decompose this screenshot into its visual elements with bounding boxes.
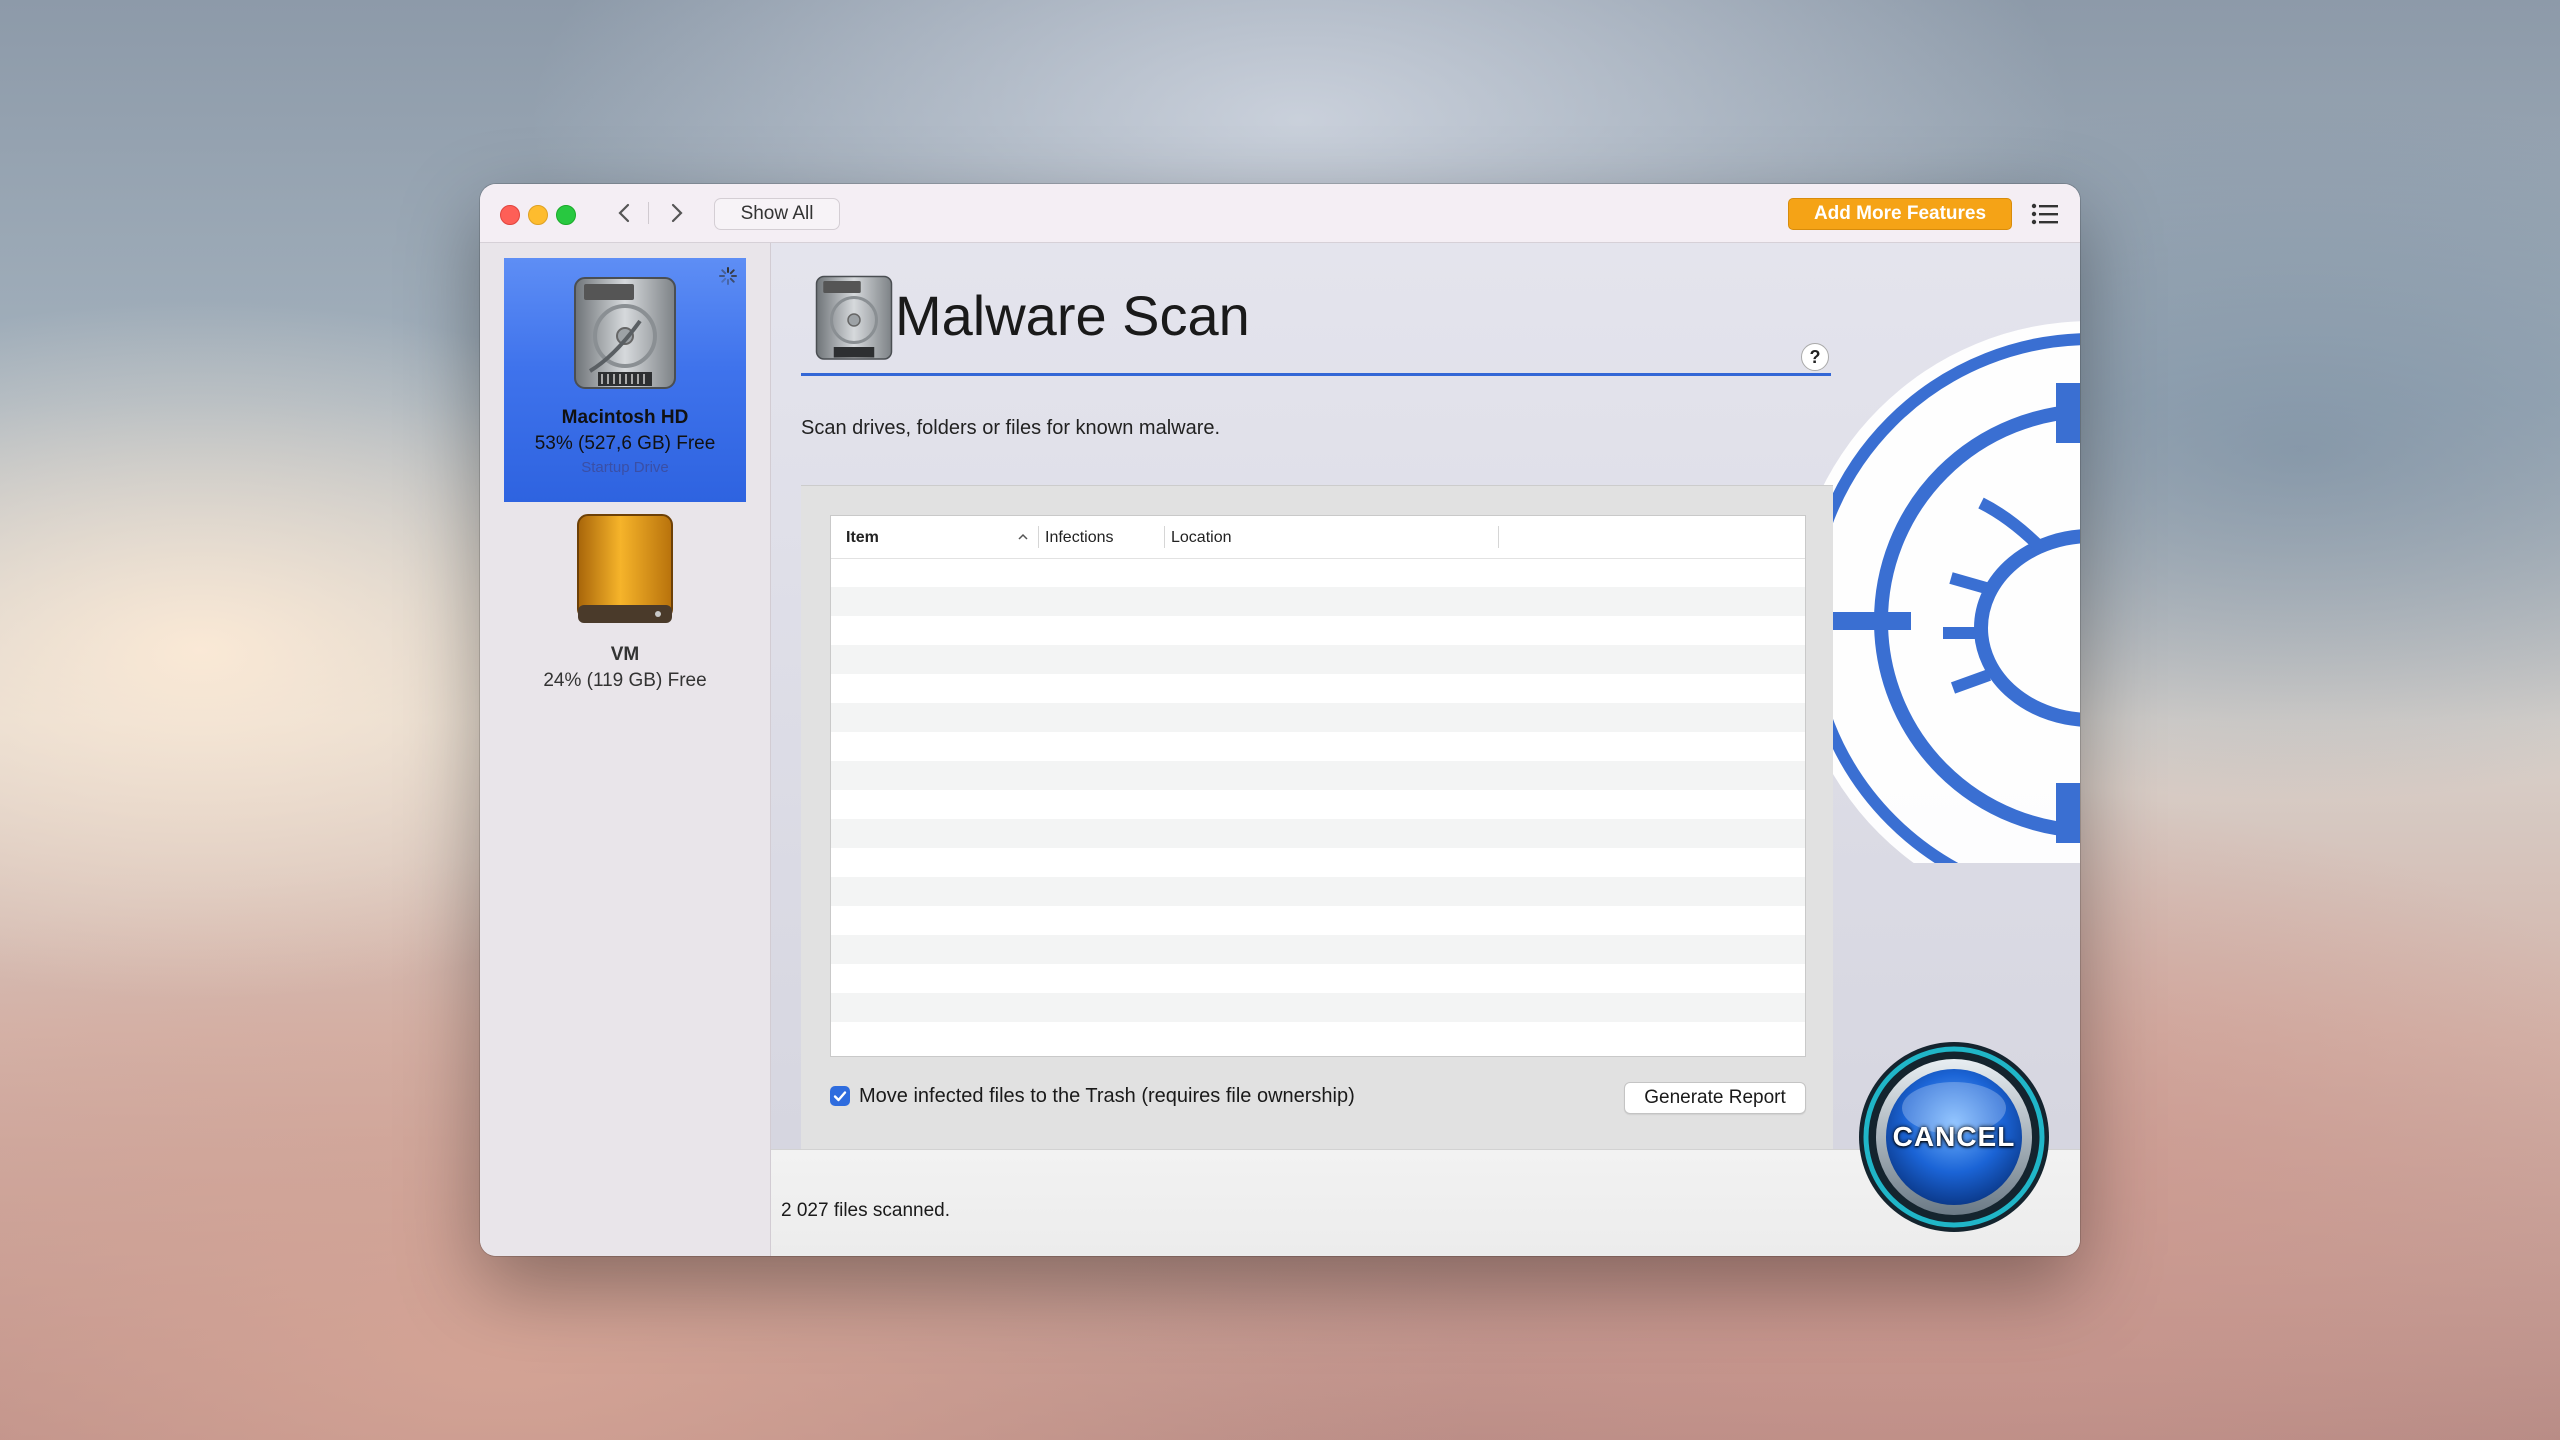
move-to-trash-checkbox[interactable] xyxy=(830,1086,850,1106)
table-row xyxy=(831,616,1805,645)
drive-name: Macintosh HD xyxy=(561,407,689,428)
table-row xyxy=(831,819,1805,848)
table-row xyxy=(831,964,1805,993)
table-row xyxy=(831,732,1805,761)
nav-separator xyxy=(648,202,649,224)
table-row xyxy=(831,587,1805,616)
column-separator[interactable] xyxy=(1038,526,1039,548)
column-separator[interactable] xyxy=(1164,526,1165,548)
drive-free-space: 24% (119 GB) Free xyxy=(543,670,707,691)
table-row xyxy=(831,674,1805,703)
generate-report-button[interactable]: Generate Report xyxy=(1624,1082,1806,1114)
zoom-window-button[interactable] xyxy=(556,205,576,225)
column-separator[interactable] xyxy=(1498,526,1499,548)
external-drive-icon xyxy=(577,514,673,623)
checkmark-icon xyxy=(833,1091,847,1102)
table-row xyxy=(831,558,1805,587)
column-header-infections[interactable]: Infections xyxy=(1045,529,1113,547)
drive-name: VM xyxy=(610,644,640,665)
cancel-button[interactable]: CANCEL xyxy=(1857,1040,2051,1234)
table-row xyxy=(831,935,1805,964)
table-row xyxy=(831,1022,1805,1051)
table-row xyxy=(831,790,1805,819)
table-row xyxy=(831,993,1805,1022)
results-table[interactable]: Item Infections Location xyxy=(830,515,1806,1057)
hard-drive-icon xyxy=(815,275,893,360)
help-button[interactable]: ? xyxy=(1801,343,1829,371)
table-header: Item Infections Location xyxy=(831,516,1805,559)
table-row xyxy=(831,877,1805,906)
table-row xyxy=(831,703,1805,732)
spinner-icon xyxy=(719,267,737,285)
minimize-window-button[interactable] xyxy=(528,205,548,225)
drive-sidebar: Macintosh HD 53% (527,6 GB) Free Startup… xyxy=(480,243,771,1256)
main-panel: Malware Scan ? Scan drives, folders or f… xyxy=(771,243,2080,1149)
column-header-item[interactable]: Item xyxy=(846,529,879,547)
move-to-trash-label[interactable]: Move infected files to the Trash (requir… xyxy=(859,1085,1355,1108)
close-window-button[interactable] xyxy=(500,205,520,225)
page-description: Scan drives, folders or files for known … xyxy=(801,417,1221,439)
results-panel: Item Infections Location Move infected f… xyxy=(801,485,1833,1149)
back-icon[interactable] xyxy=(610,198,640,228)
title-underline xyxy=(801,373,1831,376)
scan-status: 2 027 files scanned. xyxy=(781,1200,951,1221)
list-icon[interactable] xyxy=(2030,202,2060,226)
add-more-features-button[interactable]: Add More Features xyxy=(1788,198,2012,230)
show-all-button[interactable]: Show All xyxy=(714,198,840,230)
app-window: Show All Add More Features Macintosh HD … xyxy=(480,184,2080,1256)
cancel-label: CANCEL xyxy=(1892,1121,2016,1152)
page-title: Malware Scan xyxy=(895,284,1250,347)
sort-ascending-icon xyxy=(1018,533,1028,540)
drive-item-macintosh-hd[interactable]: Macintosh HD 53% (527,6 GB) Free Startup… xyxy=(504,258,746,502)
drive-free-space: 53% (527,6 GB) Free xyxy=(534,433,716,454)
table-row xyxy=(831,906,1805,935)
forward-icon[interactable] xyxy=(661,198,691,228)
table-row xyxy=(831,848,1805,877)
drive-subtitle: Startup Drive xyxy=(581,459,669,476)
table-row xyxy=(831,645,1805,674)
table-row xyxy=(831,761,1805,790)
title-bar: Show All Add More Features xyxy=(480,184,2080,243)
column-header-location[interactable]: Location xyxy=(1171,529,1232,547)
drive-item-vm[interactable]: VM 24% (119 GB) Free xyxy=(504,513,746,713)
hard-drive-icon xyxy=(574,277,676,389)
